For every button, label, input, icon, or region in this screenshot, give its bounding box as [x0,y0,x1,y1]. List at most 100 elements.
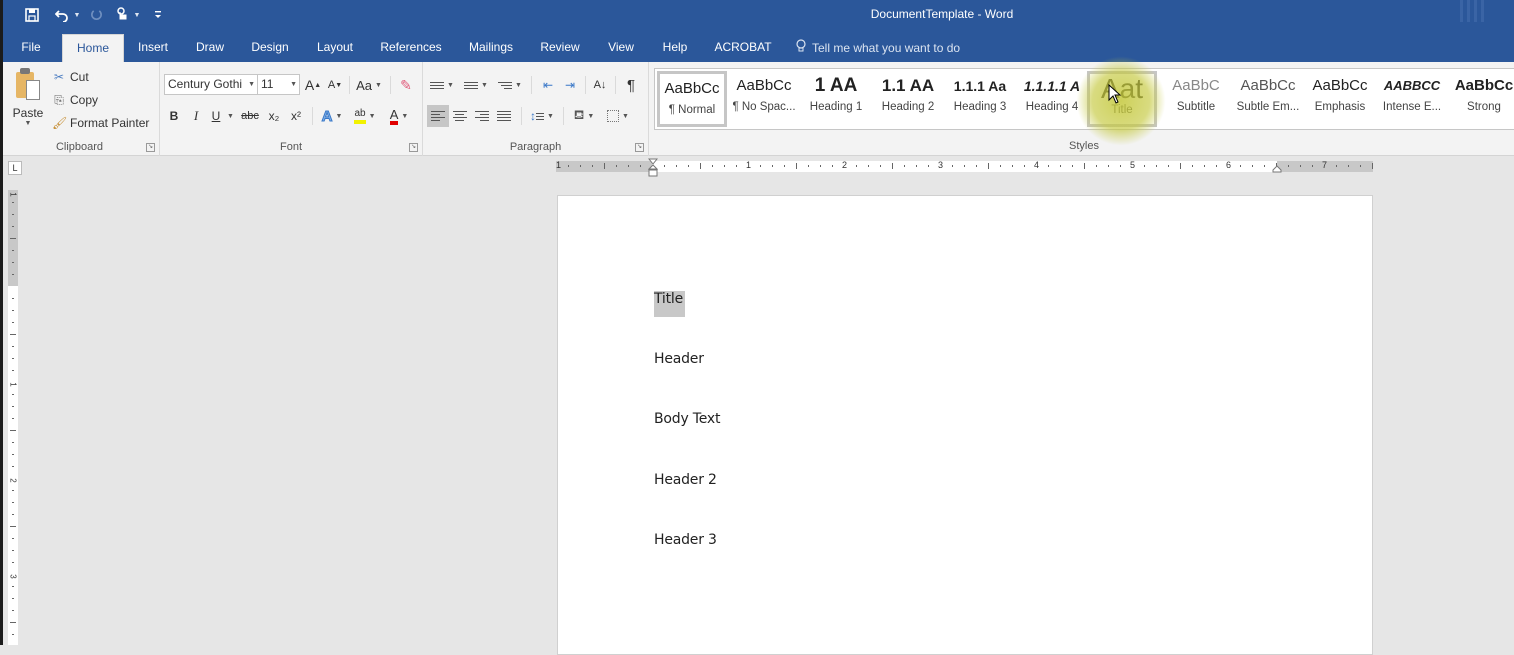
tab-draw[interactable]: Draw [192,34,228,62]
tab-home[interactable]: Home [62,34,124,62]
tab-view[interactable]: View [604,34,638,62]
tab-insert[interactable]: Insert [134,34,172,62]
style-heading-4[interactable]: 1.1.1.1 A Heading 4 [1017,71,1087,127]
style-normal[interactable]: AaBbCc ¶ Normal [657,71,727,127]
document-title-text: DocumentTemplate - Word [870,7,1014,21]
right-indent-marker[interactable] [1272,165,1282,173]
vertical-ruler[interactable]: 1 1 2 3 [8,190,18,645]
align-left-button[interactable] [427,105,449,127]
tab-acrobat[interactable]: ACROBAT [712,34,774,62]
ruler-tick [736,165,737,167]
underline-dropdown-icon[interactable]: ▼ [224,105,234,127]
underline-button[interactable]: U [208,105,224,127]
strikethrough-button[interactable]: abc [238,105,262,127]
paragraph-header-2[interactable]: Header 2 [654,472,717,488]
scissors-icon: ✂ [53,70,65,84]
highlighter-icon: ab [354,108,366,124]
mouse-cursor-icon [1108,84,1122,104]
style-no-spacing[interactable]: AaBbCc ¶ No Spac... [729,71,799,127]
document-page[interactable]: Title Header Body Text Header 2 Header 3 [557,195,1373,655]
style-title[interactable]: Aat Title [1087,71,1157,127]
style-name: Subtle Em... [1236,101,1300,113]
font-launcher-icon[interactable]: ↘ [409,143,418,152]
chevron-down-icon[interactable]: ▼ [248,75,255,94]
horizontal-ruler[interactable]: 1 1 2 3 4 5 6 7 [556,160,1373,172]
highlight-button[interactable]: ab ▼ [350,105,380,127]
font-color-button[interactable]: A ▼ [384,105,414,127]
chevron-down-icon[interactable]: ▼ [290,75,297,94]
copy-button[interactable]: ⎘ Copy [52,90,98,110]
shrink-font-button[interactable]: A ▼ [326,74,344,96]
numbering-button[interactable]: ▼ [461,74,491,96]
style-emphasis[interactable]: AaBbCc Emphasis [1305,71,1375,127]
borders-button[interactable]: ▼ [603,105,633,127]
styles-gallery: AaBbCc ¶ Normal AaBbCc ¶ No Spac... 1 AA… [654,68,1514,130]
paintbrush-icon: 🖌 [52,116,68,130]
style-strong[interactable]: AaBbCc Strong [1449,71,1514,127]
style-heading-1[interactable]: 1 AA Heading 1 [801,71,871,127]
bullets-button[interactable]: ▼ [427,74,457,96]
align-right-button[interactable] [471,105,493,127]
style-subtle-emphasis[interactable]: AaBbCc Subtle Em... [1233,71,1303,127]
line-spacing-button[interactable]: ↕ ▼ [527,105,557,127]
bold-button[interactable]: B [164,105,184,127]
paragraph-launcher-icon[interactable]: ↘ [635,143,644,152]
clipboard-group-label: Clipboard [55,141,104,153]
format-painter-label: Format Painter [70,116,150,130]
ruler-tick [1120,165,1121,167]
style-intense-emphasis[interactable]: AABBCC Intense E... [1377,71,1447,127]
change-case-button[interactable]: Aa ▼ [354,74,384,96]
ruler-tick [10,238,16,239]
font-size-combo[interactable]: 11 ▼ [257,74,300,95]
clear-formatting-button[interactable]: ✎ [396,74,416,96]
ruler-tick [1240,165,1241,167]
ruler-tick [568,165,569,167]
decrease-indent-icon: ⇤ [542,78,554,92]
italic-button[interactable]: I [186,105,206,127]
format-painter-button[interactable]: 🖌 Format Painter [52,113,149,133]
tab-file[interactable]: File [14,34,48,62]
multilevel-list-button[interactable]: ▼ [495,74,525,96]
paragraph-body-text[interactable]: Body Text [654,411,721,427]
subscript-button[interactable]: x₂ [264,105,284,127]
ruler-tick [12,370,14,371]
ruler-tick [592,165,593,167]
tab-selector-button[interactable]: L [8,161,22,175]
style-subtitle[interactable]: AaBbC Subtitle [1161,71,1231,127]
tell-me-search[interactable]: Tell me what you want to do [796,39,960,56]
tab-mailings[interactable]: Mailings [464,34,518,62]
sort-button[interactable]: A↓ [589,74,611,96]
align-center-button[interactable] [449,105,471,127]
align-right-icon [475,111,489,121]
style-heading-2[interactable]: 1.1 AA Heading 2 [873,71,943,127]
font-name-combo[interactable]: Century Gothi ▼ [164,74,258,95]
style-preview: 1.1.1.1 A [1023,78,1081,94]
cut-button[interactable]: ✂ Cut [52,67,89,87]
tab-design[interactable]: Design [248,34,292,62]
superscript-button[interactable]: x² [286,105,306,127]
grow-font-button[interactable]: A ▲ [304,74,322,96]
paragraph-header-3[interactable]: Header 3 [654,532,717,548]
paste-dropdown-icon[interactable]: ▼ [8,120,48,127]
paste-icon [14,68,42,102]
tab-layout[interactable]: Layout [313,34,357,62]
first-line-indent-marker[interactable] [648,158,658,178]
tab-references[interactable]: References [378,34,444,62]
paragraph-header[interactable]: Header [654,351,704,367]
tab-review[interactable]: Review [538,34,582,62]
increase-indent-button[interactable]: ⇥ [559,74,581,96]
style-name: Heading 1 [809,101,863,113]
paragraph-title[interactable]: Title [654,291,686,317]
clipboard-launcher-icon[interactable]: ↘ [146,143,155,152]
decrease-indent-button[interactable]: ⇤ [537,74,559,96]
ruler-label: 6 [1226,160,1232,170]
paste-button[interactable]: Paste ▼ [8,68,48,134]
show-marks-button[interactable]: ¶ [621,74,641,96]
shading-button[interactable]: ⛾ ▼ [569,105,599,127]
style-name: Title [1111,104,1133,116]
tab-help[interactable]: Help [658,34,692,62]
style-heading-3[interactable]: 1.1.1 Aa Heading 3 [945,71,1015,127]
font-group: Century Gothi ▼ 11 ▼ A ▲ A ▼ Aa ▼ ✎ B I U ▼… [160,62,423,156]
justify-button[interactable] [493,105,515,127]
text-effects-button[interactable]: A ▼ [318,105,346,127]
